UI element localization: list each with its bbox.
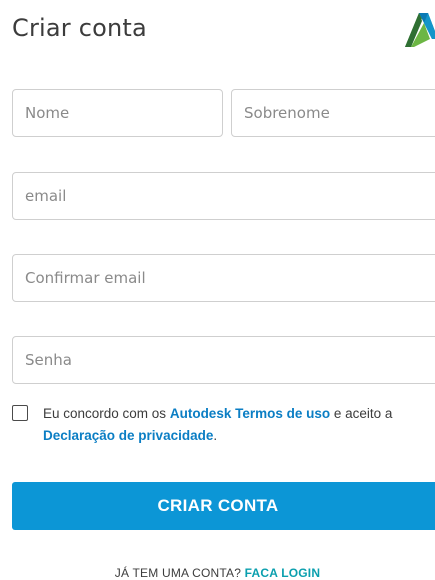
terms-text: Eu concordo com os Autodesk Termos de us… <box>43 403 435 447</box>
autodesk-logo-icon <box>405 13 435 47</box>
terms-of-use-link[interactable]: Autodesk Termos de uso <box>170 406 330 421</box>
last-name-input[interactable] <box>231 89 435 137</box>
terms-text-before: Eu concordo com os <box>43 406 170 421</box>
password-input[interactable] <box>12 336 435 384</box>
page-title: Criar conta <box>12 14 147 42</box>
terms-text-after: . <box>213 428 218 443</box>
privacy-statement-link[interactable]: Declaração de privacidade <box>43 428 213 443</box>
confirm-email-input[interactable] <box>12 254 435 302</box>
email-input[interactable] <box>12 172 435 220</box>
terms-text-middle: e aceito a <box>330 406 393 421</box>
terms-checkbox[interactable] <box>12 405 28 421</box>
create-account-button[interactable]: CRIAR CONTA <box>12 482 435 530</box>
first-name-input[interactable] <box>12 89 223 137</box>
